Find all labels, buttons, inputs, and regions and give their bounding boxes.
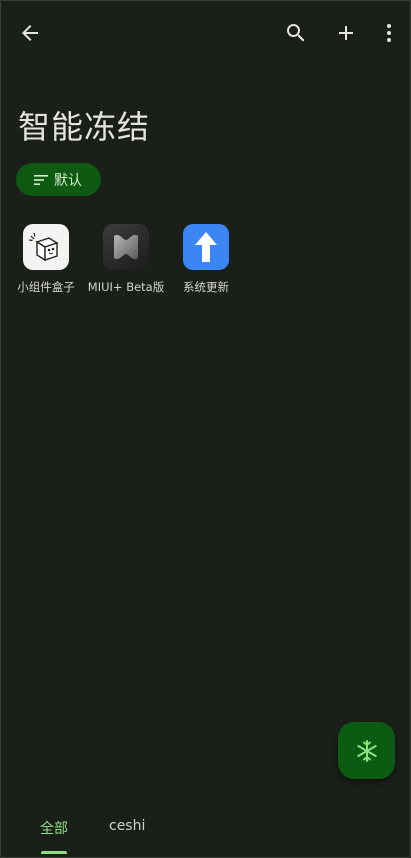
- app-label: 系统更新: [183, 280, 229, 294]
- add-button[interactable]: [326, 13, 366, 53]
- tab-ceshi[interactable]: ceshi: [109, 818, 145, 834]
- search-button[interactable]: [276, 13, 316, 53]
- app-label: MIUI+ Beta版: [87, 280, 165, 294]
- system-update-app-icon: [183, 224, 229, 270]
- freeze-fab[interactable]: [338, 722, 395, 779]
- app-item-widget-box[interactable]: 小组件盒子: [6, 224, 86, 295]
- search-icon: [287, 24, 305, 42]
- sort-icon: [34, 174, 48, 185]
- top-app-bar: [0, 0, 411, 66]
- arrow-back-icon: [22, 25, 38, 41]
- plus-icon: [339, 26, 353, 40]
- tab-all[interactable]: 全部: [40, 818, 68, 838]
- more-options-button[interactable]: [370, 13, 408, 53]
- app-label: 小组件盒子: [17, 280, 75, 294]
- back-button[interactable]: [10, 13, 50, 53]
- app-item-system-update[interactable]: 系统更新: [166, 224, 246, 295]
- sort-chip-label: 默认: [54, 172, 82, 189]
- miui-plus-app-icon: [103, 224, 149, 270]
- widget-box-app-icon: [23, 224, 69, 270]
- page-title: 智能冻结: [18, 108, 151, 146]
- app-item-miui-plus[interactable]: MIUI+ Beta版: [86, 224, 166, 295]
- bottom-tab-bar: 全部 ceshi: [0, 806, 411, 858]
- more-vert-icon: [387, 24, 391, 42]
- snowflake-icon: [356, 739, 377, 762]
- tab-selected-indicator: [41, 851, 67, 854]
- sort-chip[interactable]: 默认: [16, 163, 101, 196]
